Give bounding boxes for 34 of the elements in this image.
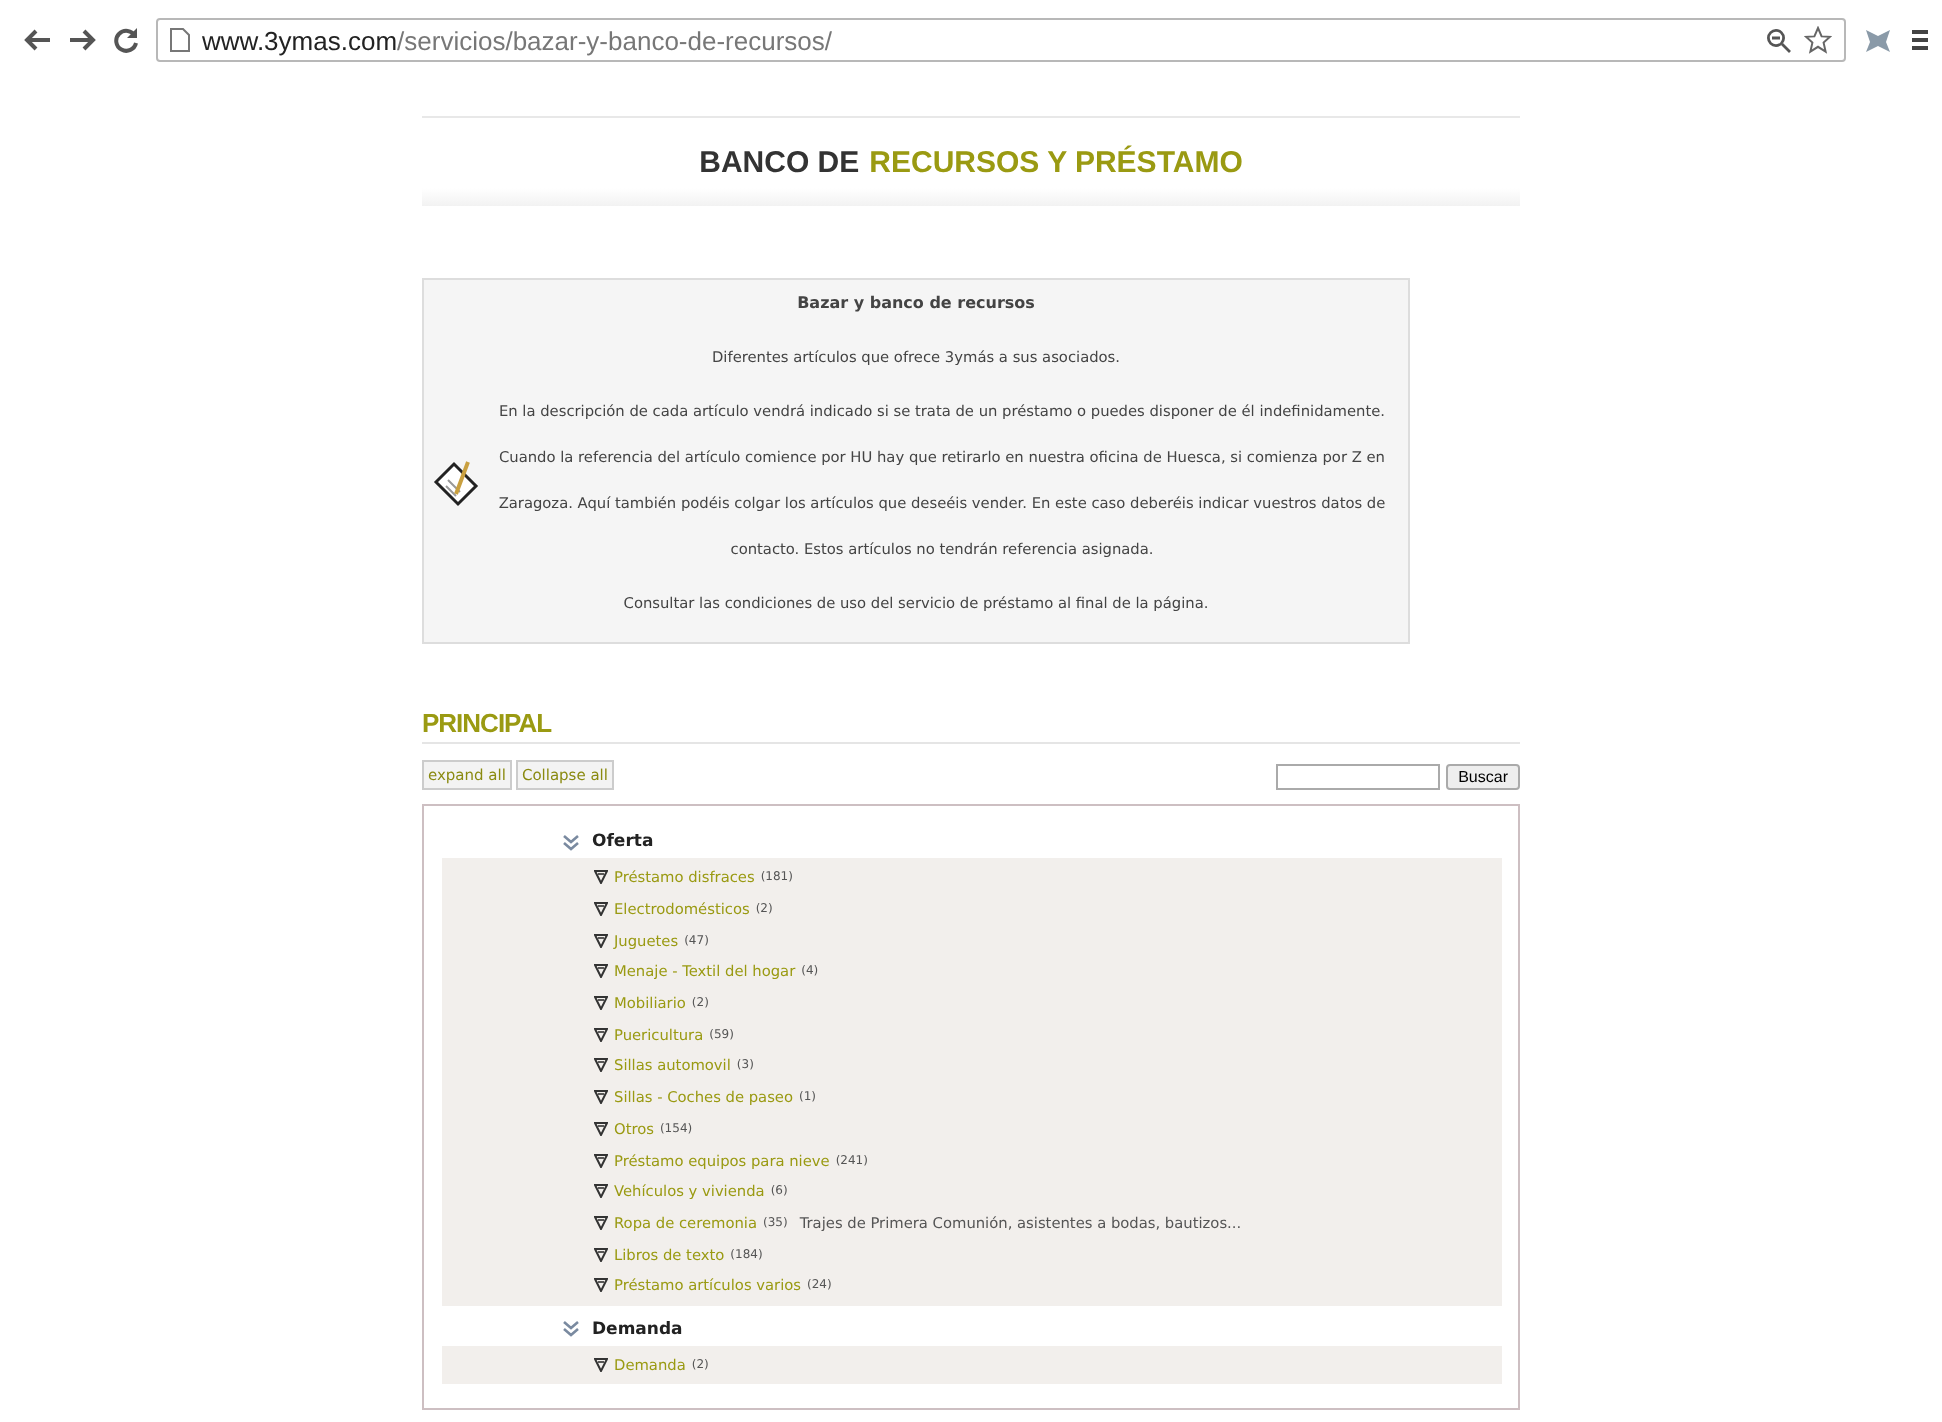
funnel-icon <box>594 870 608 885</box>
funnel-icon <box>594 1090 608 1105</box>
page-icon <box>170 28 190 52</box>
section-title: PRINCIPAL <box>422 708 1520 744</box>
forward-icon[interactable] <box>68 26 96 54</box>
info-title: Bazar y banco de recursos <box>797 294 1035 312</box>
funnel-icon <box>594 1121 608 1136</box>
search-field[interactable] <box>1276 764 1441 790</box>
funnel-icon <box>594 1184 608 1199</box>
back-icon[interactable] <box>24 26 52 54</box>
funnel-icon <box>594 996 608 1011</box>
header-title-accent: RECURSOS Y PRÉSTAMO <box>869 145 1243 179</box>
reload-icon[interactable] <box>112 26 140 54</box>
funnel-icon <box>594 1247 608 1262</box>
category-title[interactable]: Demanda <box>592 1319 683 1340</box>
zoom-icon[interactable] <box>1766 27 1792 53</box>
funnel-icon <box>594 1027 608 1042</box>
funnel-icon <box>594 964 608 979</box>
address-bar[interactable]: www.3ymas.com/servicios/bazar-y-banco-de-recursos/ <box>156 18 1846 62</box>
funnel-icon <box>594 1153 608 1168</box>
funnel-icon <box>594 1357 608 1372</box>
clipboard-icon <box>432 458 480 510</box>
header-title: BANCO DE <box>699 145 860 179</box>
category-title[interactable]: Oferta <box>592 832 654 852</box>
funnel-icon <box>594 1215 608 1230</box>
star-icon[interactable] <box>1804 26 1832 54</box>
menu-icon[interactable] <box>1910 28 1930 52</box>
url-text: www.3ymas.com/servicios/bazar-y-banco-de-recursos/ <box>202 25 832 55</box>
extension-icon[interactable] <box>1862 24 1894 56</box>
search-button[interactable]: Buscar <box>1446 764 1520 790</box>
funnel-icon <box>594 902 608 917</box>
funnel-icon <box>594 1278 608 1293</box>
funnel-icon <box>594 1058 608 1073</box>
funnel-icon <box>594 933 608 948</box>
